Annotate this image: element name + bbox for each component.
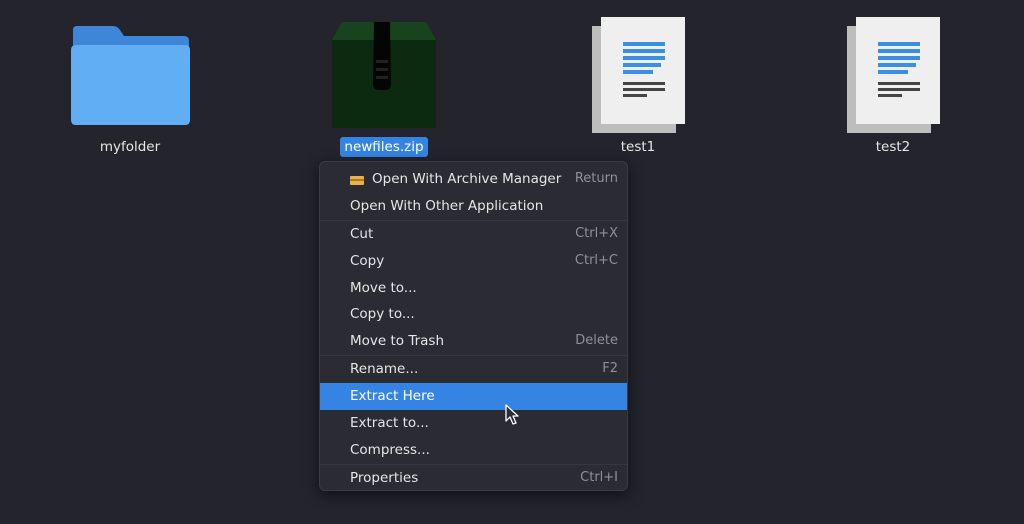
- menu-item-label: Copy: [350, 252, 385, 269]
- folder-icon: [71, 26, 190, 125]
- menu-item-extract-here[interactable]: Extract Here: [320, 383, 627, 411]
- menu-item-label: Open With Archive Manager: [372, 171, 562, 187]
- menu-item-open-with-archive-manager[interactable]: Open With Archive Manager Return: [320, 166, 627, 193]
- menu-item-label: Extract to...: [350, 415, 429, 432]
- menu-item-accelerator: Delete: [575, 333, 618, 349]
- menu-item-label: Move to...: [350, 279, 417, 296]
- menu-item-label: Copy to...: [350, 306, 415, 323]
- menu-item-label: Properties: [350, 469, 419, 486]
- file-item-test2[interactable]: test2: [803, 0, 983, 170]
- archive-icon: [332, 22, 436, 128]
- menu-item-label: Cut: [350, 225, 374, 242]
- menu-item-accelerator: F2: [602, 361, 618, 377]
- menu-item-compress[interactable]: Compress...: [320, 437, 627, 464]
- menu-item-move-to[interactable]: Move to...: [320, 275, 627, 302]
- menu-item-extract-to[interactable]: Extract to...: [320, 410, 627, 437]
- menu-item-label: Extract Here: [350, 388, 435, 405]
- file-item-newfiles-zip[interactable]: newfiles.zip: [294, 0, 474, 170]
- menu-item-copy[interactable]: Copy Ctrl+C: [320, 248, 627, 275]
- menu-item-label: Open With Other Application: [350, 197, 544, 214]
- mouse-pointer-icon: [505, 404, 519, 425]
- context-menu: Open With Archive Manager Return Open Wi…: [319, 161, 628, 491]
- file-label: test2: [875, 139, 911, 155]
- menu-item-properties[interactable]: Properties Ctrl+I: [320, 465, 627, 490]
- menu-item-label: Move to Trash: [350, 333, 445, 350]
- menu-item-accelerator: Return: [574, 171, 618, 186]
- menu-item-open-with-other-application[interactable]: Open With Other Application: [320, 193, 627, 220]
- menu-item-rename[interactable]: Rename... F2: [320, 356, 627, 383]
- menu-item-accelerator: Ctrl+I: [580, 469, 618, 485]
- file-label: myfolder: [99, 139, 161, 155]
- archive-manager-icon: [350, 176, 364, 185]
- menu-item-label: Compress...: [350, 441, 430, 458]
- menu-item-move-to-trash[interactable]: Move to Trash Delete: [320, 328, 627, 355]
- file-item-test1[interactable]: test1: [548, 0, 728, 170]
- menu-item-label: Rename...: [350, 361, 419, 378]
- file-label: test1: [620, 139, 656, 155]
- file-label-selected: newfiles.zip: [294, 137, 474, 157]
- menu-item-copy-to[interactable]: Copy to...: [320, 301, 627, 328]
- text-document-icon: [592, 17, 685, 133]
- desktop: myfolder newfiles.zip test1 test2 Open W…: [0, 0, 1024, 524]
- menu-item-cut[interactable]: Cut Ctrl+X: [320, 221, 627, 248]
- file-item-myfolder[interactable]: myfolder: [40, 0, 220, 170]
- menu-item-accelerator: Ctrl+X: [575, 225, 618, 241]
- menu-item-accelerator: Ctrl+C: [574, 252, 618, 268]
- text-document-icon: [847, 17, 940, 133]
